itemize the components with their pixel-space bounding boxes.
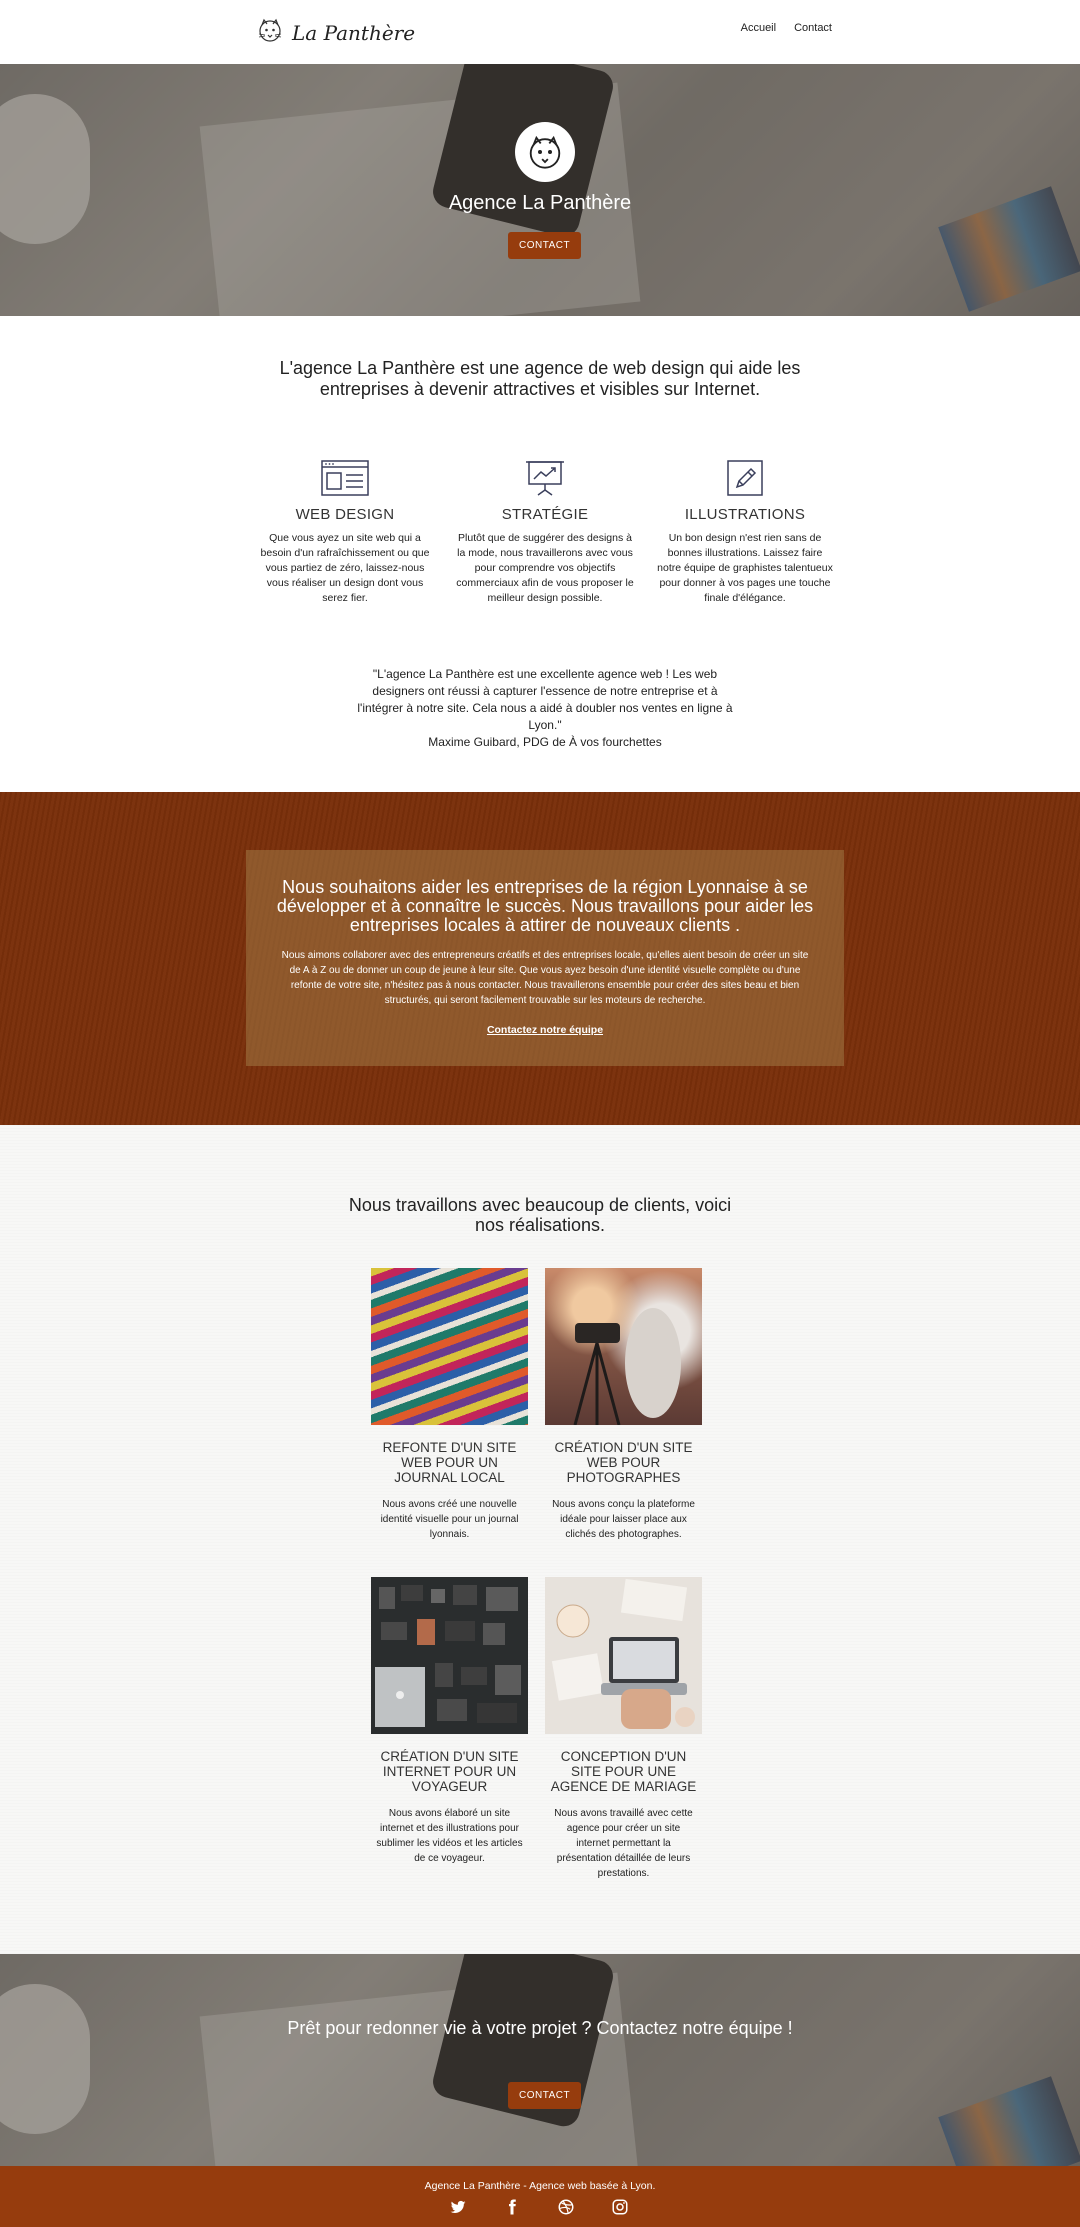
portfolio-section: Nous travaillons avec beaucoup de client… <box>0 1125 1080 1954</box>
project-description: Nous avons conçu la plateforme idéale po… <box>552 1499 695 1540</box>
project-title: CRÉATION D'UN SITE INTERNET POUR UN VOYA… <box>380 1749 519 1794</box>
project-image-wedding-desk <box>545 1577 702 1734</box>
hero-section: Agence La Panthère CONTACT <box>0 64 1080 316</box>
mission-section: Nous souhaitons aider les entreprises de… <box>0 792 1080 1125</box>
panther-badge-icon <box>515 122 575 182</box>
portfolio-title: Nous travaillons avec beaucoup de client… <box>348 1195 732 1235</box>
project-card[interactable]: CRÉATION D'UN SITE INTERNET POUR UN VOYA… <box>371 1577 528 1866</box>
project-title: CONCEPTION D'UN SITE POUR UNE AGENCE DE … <box>550 1749 697 1794</box>
testimonial-quote: "L'agence La Panthère est une excellente… <box>357 667 733 732</box>
service-title: WEB DESIGN <box>295 506 395 523</box>
cta-contact-button[interactable]: CONTACT <box>508 2082 582 2109</box>
testimonial-author: Maxime Guibard, PDG de À vos fourchettes <box>428 735 662 749</box>
service-strategy: STRATÉGIE Plutôt que de suggérer des des… <box>455 460 635 606</box>
main-nav: Accueil Contact <box>741 22 832 34</box>
project-description: Nous avons travaillé avec cette agence p… <box>554 1808 693 1879</box>
presentation-chart-icon <box>455 460 635 496</box>
service-illustrations: ILLUSTRATIONS Un bon design n'est rien s… <box>655 460 835 606</box>
service-title: ILLUSTRATIONS <box>684 506 806 523</box>
project-image-photographer <box>545 1268 702 1425</box>
mission-text: Nous aimons collaborer avec des entrepre… <box>281 950 809 1006</box>
browser-layout-icon <box>255 460 435 496</box>
service-web-design: WEB DESIGN Que vous ayez un site web qui… <box>255 460 435 606</box>
intro-text: L'agence La Panthère est une agence de w… <box>279 358 801 399</box>
facebook-icon[interactable] <box>503 2198 521 2216</box>
testimonial: "L'agence La Panthère est une excellente… <box>350 666 740 751</box>
project-card[interactable]: CRÉATION D'UN SITE WEB POUR PHOTOGRAPHES… <box>545 1268 702 1542</box>
panther-logo-icon <box>256 16 284 49</box>
service-title: STRATÉGIE <box>501 506 589 523</box>
social-links <box>449 2198 629 2216</box>
hero-contact-button[interactable]: CONTACT <box>508 232 582 259</box>
twitter-icon[interactable] <box>449 2198 467 2216</box>
nav-link-home[interactable]: Accueil <box>741 22 776 34</box>
mission-title: Nous souhaitons aider les entreprises de… <box>276 877 814 935</box>
project-title: CRÉATION D'UN SITE WEB POUR PHOTOGRAPHES <box>554 1440 693 1485</box>
project-card[interactable]: REFONTE D'UN SITE WEB POUR UN JOURNAL LO… <box>371 1268 528 1542</box>
instagram-icon[interactable] <box>611 2198 629 2216</box>
service-description: Un bon design n'est rien sans de bonnes … <box>657 532 833 604</box>
hero-title: Agence La Panthère <box>448 192 632 214</box>
dribbble-icon[interactable] <box>557 2198 575 2216</box>
brand-name: La Panthère <box>292 20 416 45</box>
project-image-magazines <box>371 1268 528 1425</box>
project-description: Nous avons élaboré un site internet et d… <box>376 1808 523 1864</box>
nav-link-contact[interactable]: Contact <box>794 22 832 34</box>
logo[interactable]: La Panthère <box>256 16 415 49</box>
project-image-traveler-gear <box>371 1577 528 1734</box>
service-description: Plutôt que de suggérer des designs à la … <box>456 532 634 604</box>
footer-text: Agence La Panthère - Agence web basée à … <box>424 2180 656 2192</box>
cta-section: Prêt pour redonner vie à votre projet ? … <box>0 1954 1080 2166</box>
mission-card: Nous souhaitons aider les entreprises de… <box>246 850 844 1066</box>
site-header: La Panthère Accueil Contact <box>0 0 1080 64</box>
project-card[interactable]: CONCEPTION D'UN SITE POUR UNE AGENCE DE … <box>545 1577 702 1881</box>
site-footer: Agence La Panthère - Agence web basée à … <box>0 2166 1080 2227</box>
service-description: Que vous ayez un site web qui a besoin d… <box>260 532 430 604</box>
contact-team-link[interactable]: Contactez notre équipe <box>246 1024 844 1036</box>
project-description: Nous avons créé une nouvelle identité vi… <box>380 1499 519 1540</box>
cta-title: Prêt pour redonner vie à votre projet ? … <box>287 2018 793 2038</box>
pencil-icon <box>655 460 835 496</box>
project-title: REFONTE D'UN SITE WEB POUR UN JOURNAL LO… <box>382 1440 517 1485</box>
